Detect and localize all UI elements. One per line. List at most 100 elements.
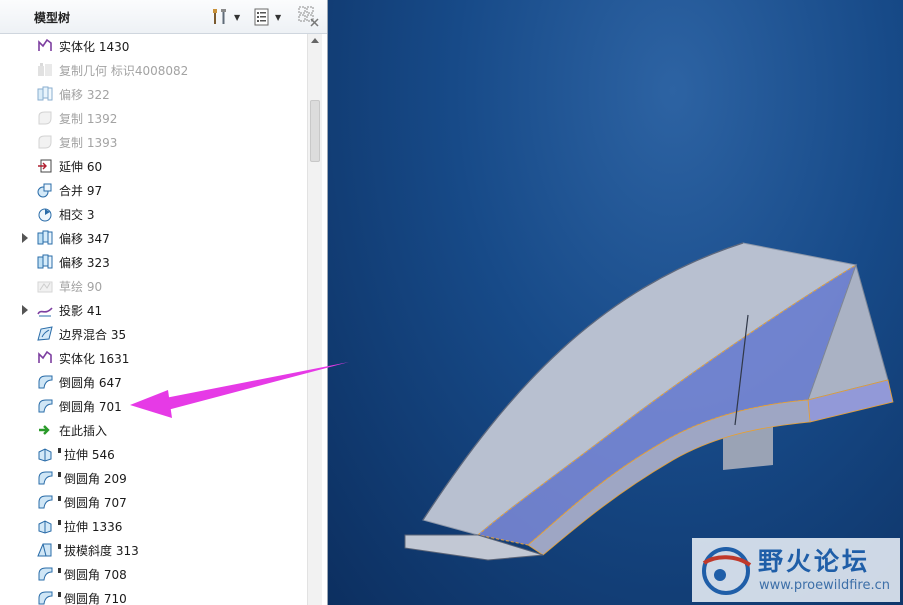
modified-badge-icon xyxy=(58,496,61,501)
tree-item[interactable]: 实体化 1631 xyxy=(0,346,307,370)
copy-icon xyxy=(37,110,53,126)
tree-item-label: 倒圆角 209 xyxy=(58,470,127,487)
tree-item-label: 相交 3 xyxy=(59,206,94,223)
modified-badge-icon xyxy=(58,520,61,525)
tree-item[interactable]: 偏移 322 xyxy=(0,82,307,106)
part-model xyxy=(404,242,894,561)
tree-item[interactable]: 边界混合 35 xyxy=(0,322,307,346)
tree-item-label: 拉伸 546 xyxy=(58,446,115,463)
tree-item-label: 偏移 347 xyxy=(59,230,110,247)
tree-item-label: 实体化 1631 xyxy=(59,350,129,367)
tree-item[interactable]: 草绘 90 xyxy=(0,274,307,298)
tree-item-label: 边界混合 35 xyxy=(59,326,126,343)
tree-item-text: 相交 3 xyxy=(59,208,95,222)
tree-item[interactable]: 拉伸 1336 xyxy=(0,514,307,538)
tree-item-text: 倒圆角 701 xyxy=(59,400,122,414)
tree-item-label: 偏移 322 xyxy=(59,86,110,103)
app-window: 模型树 ▼ ▼ 实体化 1430 复制几何 标识4008082 偏移 322 复… xyxy=(0,0,903,605)
tree-item-label: 在此插入 xyxy=(59,422,107,439)
offset-icon xyxy=(37,254,53,270)
tree-item-text: 拔模斜度 313 xyxy=(64,544,139,558)
merge-icon xyxy=(37,182,53,198)
draft-icon xyxy=(37,542,53,558)
tree-item-text: 偏移 347 xyxy=(59,232,110,246)
tree-item-text: 偏移 323 xyxy=(59,256,110,270)
tree-item-label: 复制几何 标识4008082 xyxy=(59,62,188,79)
tree-item-text: 倒圆角 647 xyxy=(59,376,122,390)
modified-badge-icon xyxy=(58,592,61,597)
tree-item-label: 复制 1392 xyxy=(59,110,117,127)
tree-item[interactable]: 偏移 323 xyxy=(0,250,307,274)
boundary-blend-icon xyxy=(37,326,53,342)
show-dropdown-button[interactable]: ▼ xyxy=(253,7,281,27)
graphics-viewport[interactable]: 野火论坛 www.proewildfire.cn xyxy=(328,0,903,605)
tree-item[interactable]: 倒圆角 647 xyxy=(0,370,307,394)
tree-item-label: 倒圆角 708 xyxy=(58,566,127,583)
scroll-up-icon[interactable] xyxy=(311,38,319,43)
tree-item-label: 投影 41 xyxy=(59,302,102,319)
tree-item[interactable]: 延伸 60 xyxy=(0,154,307,178)
expand-arrow-icon[interactable] xyxy=(22,305,28,315)
round-icon xyxy=(37,398,53,414)
tree-item-text: 倒圆角 209 xyxy=(64,472,127,486)
round-icon xyxy=(37,470,53,486)
tree-item[interactable]: 投影 41 xyxy=(0,298,307,322)
solidify-icon xyxy=(37,350,53,366)
project-icon xyxy=(37,302,53,318)
chevron-down-icon: ▼ xyxy=(275,12,282,22)
solidify-icon xyxy=(37,38,53,54)
round-icon xyxy=(37,374,53,390)
tree-item-label: 倒圆角 647 xyxy=(59,374,122,391)
copy-geom-icon xyxy=(37,62,53,78)
tree-item-text: 边界混合 35 xyxy=(59,328,127,342)
tree-item[interactable]: 拔模斜度 313 xyxy=(0,538,307,562)
tree-item[interactable]: 偏移 347 xyxy=(0,226,307,250)
tree-item[interactable]: 倒圆角 701 xyxy=(0,394,307,418)
tree-item[interactable]: 倒圆角 708 xyxy=(0,562,307,586)
tree-item-text: 复制 1393 xyxy=(59,136,118,150)
tree-item-text: 投影 41 xyxy=(59,304,103,318)
offset-icon xyxy=(37,86,53,102)
vertical-scrollbar[interactable] xyxy=(307,34,322,605)
tree-item-text: 延伸 60 xyxy=(59,160,103,174)
model-tree: 实体化 1430 复制几何 标识4008082 偏移 322 复制 1392 复制 13… xyxy=(0,34,307,605)
tree-item-label: 延伸 60 xyxy=(59,158,102,175)
tree-item[interactable]: 实体化 1430 xyxy=(0,34,307,58)
tree-item[interactable]: 复制几何 标识4008082 xyxy=(0,58,307,82)
tree-item[interactable]: 倒圆角 710 xyxy=(0,586,307,605)
modified-badge-icon xyxy=(58,472,61,477)
chevron-down-icon: ▼ xyxy=(234,12,241,22)
tree-item[interactable]: 拉伸 546 xyxy=(0,442,307,466)
tree-item-text: 实体化 1430 xyxy=(59,40,130,54)
settings-dropdown-button[interactable]: ▼ xyxy=(210,7,240,27)
scroll-thumb[interactable] xyxy=(310,100,320,162)
expand-arrow-icon[interactable] xyxy=(22,233,28,243)
tree-item[interactable]: 复制 1392 xyxy=(0,106,307,130)
round-icon xyxy=(37,566,53,582)
model-tree-panel: 模型树 ▼ ▼ 实体化 1430 复制几何 标识4008082 偏移 322 复… xyxy=(0,0,328,605)
tree-item[interactable]: 相交 3 xyxy=(0,202,307,226)
tree-item-label: 倒圆角 707 xyxy=(58,494,127,511)
tree-item[interactable]: 倒圆角 209 xyxy=(0,466,307,490)
tree-item-text: 在此插入 xyxy=(59,424,108,438)
tree-item-text: 复制 1392 xyxy=(59,112,118,126)
intersect-icon xyxy=(37,206,53,222)
watermark-title: 野火论坛 xyxy=(758,547,871,576)
tree-item[interactable]: 倒圆角 707 xyxy=(0,490,307,514)
grid-options-button[interactable] xyxy=(298,6,320,27)
tree-item-label: 实体化 1430 xyxy=(59,38,129,55)
tree-item-label: 倒圆角 710 xyxy=(58,590,127,605)
tree-item-label: 草绘 90 xyxy=(59,278,102,295)
tree-item[interactable]: 合并 97 xyxy=(0,178,307,202)
tree-item-label: 拔模斜度 313 xyxy=(58,542,139,559)
tree-item-label: 倒圆角 701 xyxy=(59,398,122,415)
round-icon xyxy=(37,590,53,605)
tree-item-text: 复制几何 标识4008082 xyxy=(59,64,189,78)
tree-item-text: 拉伸 546 xyxy=(64,448,115,462)
tree-item-text: 倒圆角 710 xyxy=(64,592,127,605)
tree-item[interactable]: 在此插入 xyxy=(0,418,307,442)
model-tree-header: 模型树 ▼ ▼ xyxy=(0,0,327,34)
tree-item[interactable]: 复制 1393 xyxy=(0,130,307,154)
copy-icon xyxy=(37,134,53,150)
extrude-icon xyxy=(37,446,53,462)
